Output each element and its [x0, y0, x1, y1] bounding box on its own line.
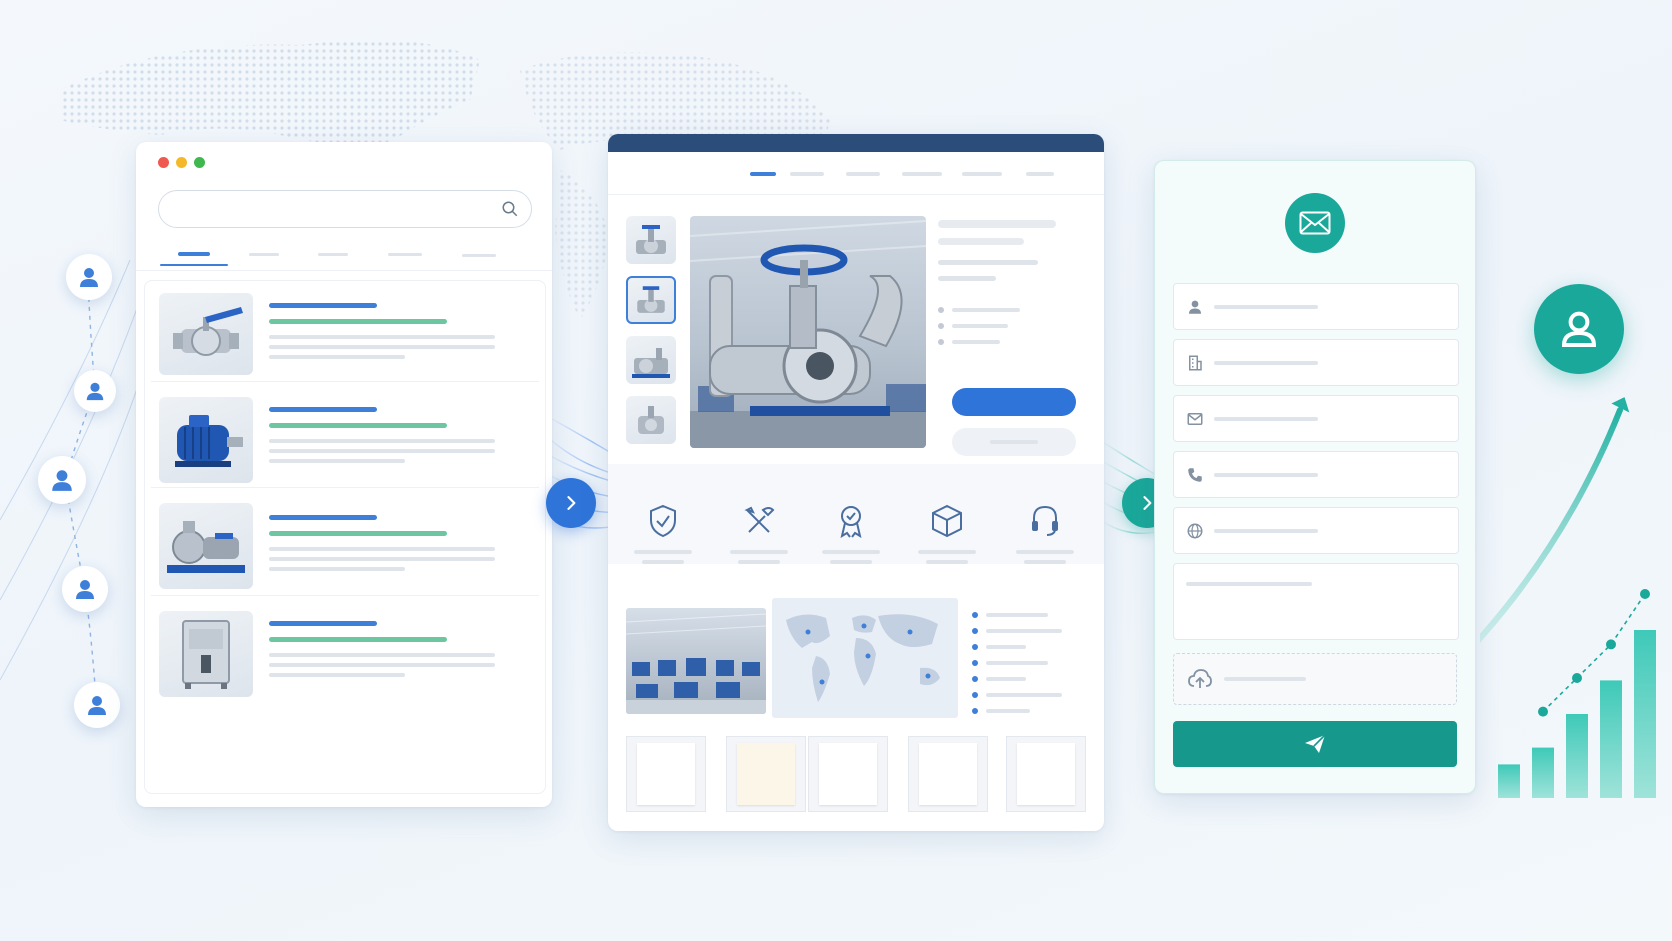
nav-item-active[interactable]: [750, 172, 776, 176]
user-icon: [86, 382, 104, 401]
tab[interactable]: [462, 254, 496, 257]
file-upload-area[interactable]: [1173, 653, 1457, 705]
cube-box-icon: [932, 504, 962, 538]
growth-chart: [1480, 397, 1656, 798]
steel-cabinet-image: [159, 611, 253, 697]
name-field[interactable]: [1173, 283, 1459, 330]
message-textarea[interactable]: [1173, 563, 1459, 640]
user-icon: [88, 696, 106, 715]
search-icon[interactable]: [501, 200, 519, 218]
global-presence-map: [772, 598, 958, 718]
factory-photo: [626, 608, 766, 714]
maximize-window-button[interactable]: [194, 157, 205, 168]
search-results-window: [136, 142, 552, 807]
visitor-avatar: [74, 370, 116, 412]
email-field[interactable]: [1173, 395, 1459, 442]
nav-item[interactable]: [902, 172, 942, 176]
user-icon: [1561, 311, 1597, 347]
list-item[interactable]: [151, 287, 539, 382]
tab[interactable]: [318, 253, 348, 256]
user-icon: [76, 580, 94, 599]
nav-item[interactable]: [962, 172, 1002, 176]
user-icon: [52, 470, 72, 491]
submit-inquiry-button[interactable]: [1173, 721, 1457, 767]
tab[interactable]: [249, 253, 279, 256]
paper-plane-icon: [1305, 734, 1326, 753]
company-field[interactable]: [1173, 339, 1459, 386]
mail-icon: [1187, 413, 1203, 425]
certificate-thumbnail[interactable]: [908, 736, 988, 812]
headset-icon: [1032, 505, 1058, 536]
gallery-thumbnail[interactable]: [626, 396, 676, 444]
ball-valve-image: [159, 293, 253, 375]
minimize-window-button[interactable]: [176, 157, 187, 168]
centrifugal-pump-image: [159, 503, 253, 589]
list-item[interactable]: [151, 605, 539, 701]
header-bar: [608, 134, 1104, 152]
secondary-button[interactable]: [952, 428, 1076, 456]
product-detail-window: [608, 134, 1104, 831]
trend-point: [1572, 673, 1582, 683]
certificate-thumbnail[interactable]: [1006, 736, 1086, 812]
tab[interactable]: [388, 253, 422, 256]
gallery-thumbnail[interactable]: [626, 216, 676, 264]
country-field[interactable]: [1173, 507, 1459, 554]
main-product-image[interactable]: [690, 216, 926, 448]
user-icon: [1189, 300, 1201, 314]
chevron-right-icon: [567, 496, 576, 510]
primary-inquiry-button[interactable]: [952, 388, 1076, 416]
phone-icon: [1188, 468, 1202, 482]
lead-avatar-badge: [1534, 284, 1624, 374]
building-icon: [1189, 355, 1202, 371]
award-ribbon-icon: [840, 506, 862, 538]
cloud-upload-icon: [1188, 669, 1212, 688]
certificate-thumbnail[interactable]: [626, 736, 706, 812]
next-step-button[interactable]: [546, 478, 596, 528]
close-window-button[interactable]: [158, 157, 169, 168]
visitor-avatar: [74, 682, 120, 728]
nav-item[interactable]: [790, 172, 824, 176]
envelope-icon: [1299, 211, 1331, 235]
wrench-screwdriver-icon: [744, 506, 775, 533]
nav-item[interactable]: [846, 172, 880, 176]
trend-point: [1538, 706, 1548, 717]
shield-check-icon: [650, 504, 676, 538]
chart-bar: [1566, 714, 1588, 798]
list-item[interactable]: [151, 497, 539, 596]
certificate-thumbnail[interactable]: [808, 736, 888, 812]
search-input[interactable]: [158, 190, 532, 228]
phone-field[interactable]: [1173, 451, 1459, 498]
form-header-badge: [1285, 193, 1345, 253]
certificate-thumbnail[interactable]: [726, 736, 806, 812]
growth-trend-arrow: [1480, 407, 1623, 643]
chart-bar: [1634, 630, 1656, 798]
trend-line: [1542, 593, 1646, 713]
inquiry-form-window: [1154, 160, 1476, 794]
gallery-thumbnail[interactable]: [626, 336, 676, 384]
gallery-thumbnail-selected[interactable]: [626, 276, 676, 324]
tab-active[interactable]: [178, 252, 210, 256]
list-item[interactable]: [151, 391, 539, 488]
chart-bar: [1498, 764, 1520, 798]
product-list: [144, 280, 546, 794]
visitor-avatar: [66, 254, 112, 300]
office-locations-list: [972, 612, 1082, 722]
chart-bar: [1532, 747, 1554, 798]
nav-item[interactable]: [1026, 172, 1054, 176]
chart-bar: [1600, 680, 1622, 798]
visitor-avatar: [62, 566, 108, 612]
user-icon: [80, 268, 98, 287]
tab-active-underline: [160, 264, 228, 266]
globe-icon: [1187, 523, 1203, 539]
visitor-avatar: [38, 456, 86, 504]
electric-motor-image: [159, 397, 253, 483]
trend-point: [1640, 589, 1650, 599]
trend-point: [1606, 639, 1616, 650]
